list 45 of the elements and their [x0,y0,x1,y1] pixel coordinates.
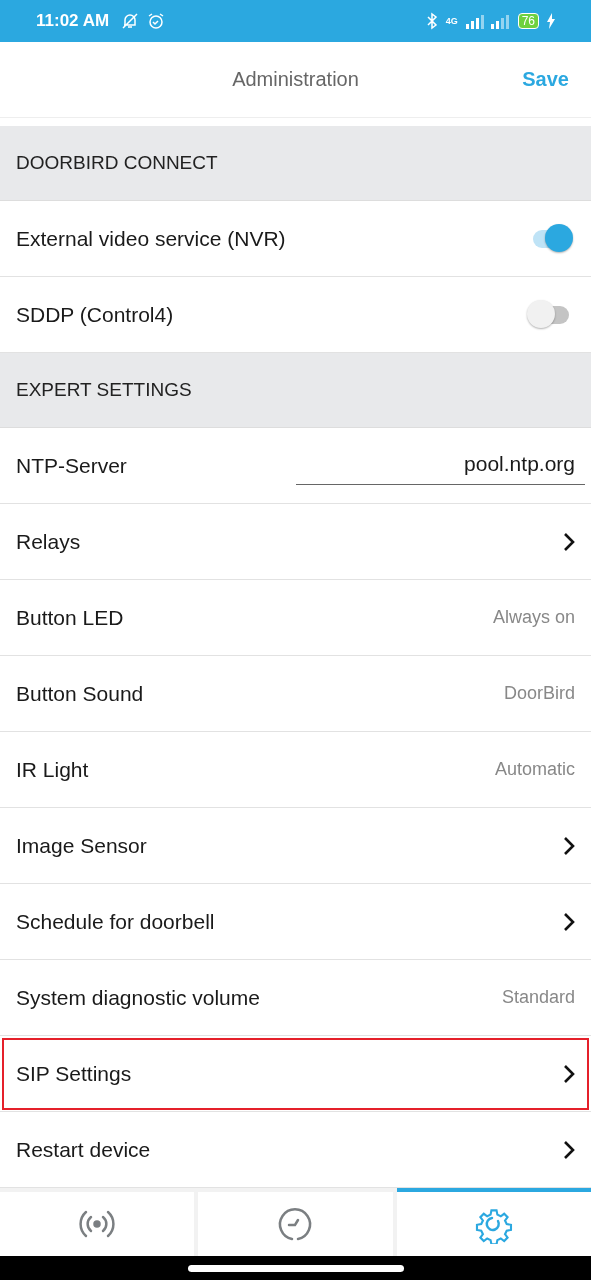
home-indicator[interactable] [187,1264,404,1272]
setting-row[interactable]: Button LED Always on [0,580,591,656]
highlighted-setting-row[interactable]: SIP Settings [0,1036,591,1112]
setting-label: System diagnostic volume [16,985,261,1010]
setting-label: SDDP (Control4) [16,302,175,327]
setting-value: Standard [501,987,575,1008]
section-header: EXPERT SETTINGS [0,353,591,428]
setting-label: Image Sensor [16,833,148,858]
status-time: 11:02 AM [36,11,110,31]
setting-label: Relays [16,529,82,554]
setting-label: External video service (NVR) [16,226,287,251]
page-title: Administration [232,68,359,91]
chevron-right-icon [563,531,575,552]
setting-value: Always on [492,607,575,628]
setting-row[interactable]: Button Sound DoorBird [0,656,591,732]
setting-row[interactable]: Schedule for doorbell [0,884,591,960]
chevron-right-icon [563,835,575,856]
alarm-icon [147,12,166,30]
setting-row[interactable]: Image Sensor [0,808,591,884]
setting-value: Automatic [494,759,575,780]
chevron-right-icon [563,911,575,932]
bell-off-icon [121,12,140,30]
chevron-right-icon [563,1063,575,1084]
battery-level: 76 [517,13,539,29]
setting-row[interactable]: System diagnostic volume Standard [0,960,591,1036]
setting-value: DoorBird [503,683,575,704]
setting-row[interactable]: Relays [0,504,591,580]
network-type: 4G [445,16,458,26]
signal-icon [465,13,510,29]
setting-label: Schedule for doorbell [16,909,216,934]
tab[interactable] [396,1188,591,1256]
setting-row[interactable]: IR Light Automatic [0,732,591,808]
setting-label: SIP Settings [16,1061,133,1086]
setting-label: Button Sound [16,681,145,706]
section-header: DOORBIRD CONNECT [0,126,591,201]
setting-label: Restart device [16,1137,152,1162]
setting-label: Button LED [16,605,125,630]
bluetooth-icon [425,12,438,30]
setting-label: NTP-Server [16,453,128,478]
charging-icon [547,13,555,29]
setting-label: IR Light [16,757,90,782]
chevron-right-icon [563,1139,575,1160]
setting-row[interactable]: NTP-Server pool.ntp.org [0,428,591,504]
setting-row[interactable]: External video service (NVR) [0,201,591,277]
input-field[interactable]: pool.ntp.org [296,446,585,485]
